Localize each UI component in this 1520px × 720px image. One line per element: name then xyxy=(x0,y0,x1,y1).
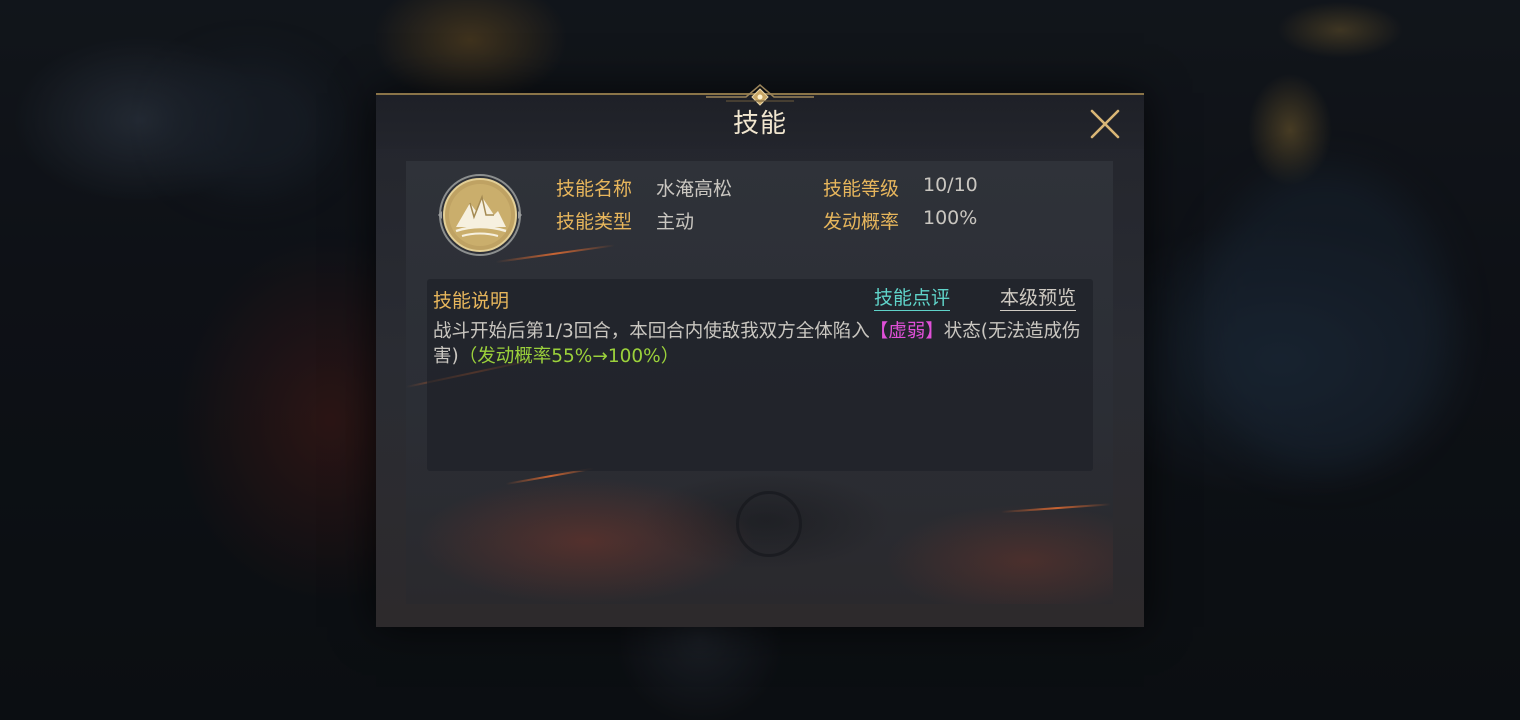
skill-type-label: 技能类型 xyxy=(556,211,633,233)
skill-level-value: 10/10 xyxy=(923,174,978,196)
ember-streak xyxy=(1000,503,1111,513)
skill-review-link[interactable]: 技能点评 xyxy=(874,286,951,311)
cart-wheel-silhouette xyxy=(736,491,802,557)
skill-description-box: 技能说明 技能点评 本级预览 战斗开始后第1/3回合，本回合内使敌我双方全体陷入… xyxy=(427,279,1093,471)
trigger-chance-value: 100% xyxy=(923,207,978,229)
game-screen: 技能 技能名称 水淹高松 技能等级 10/10 技能类型 主动 发动概率 100… xyxy=(0,0,1520,720)
skill-name-label: 技能名称 xyxy=(556,178,633,200)
skill-dialog: 技能 技能名称 水淹高松 技能等级 10/10 技能类型 主动 发动概率 100… xyxy=(376,84,1144,627)
snow-mountain-skill-icon xyxy=(438,174,522,256)
dialog-header: 技能 xyxy=(376,84,1144,149)
skill-name-value: 水淹高松 xyxy=(656,178,733,200)
description-text: 战斗开始后第1/3回合，本回合内使敌我双方全体陷入【虚弱】状态(无法造成伤害)（… xyxy=(433,319,1085,369)
dialog-title: 技能 xyxy=(732,109,787,139)
level-preview-link[interactable]: 本级预览 xyxy=(1000,286,1077,311)
trigger-rate-note: （发动概率55%→100%） xyxy=(458,346,680,367)
skill-content-panel: 技能名称 水淹高松 技能等级 10/10 技能类型 主动 发动概率 100% 技… xyxy=(405,161,1113,604)
status-effect-highlight: 【虚弱】 xyxy=(869,321,944,342)
description-text-part: 战斗开始后第1/3回合，本回合内使敌我双方全体陷入 xyxy=(433,321,870,342)
close-button[interactable] xyxy=(1088,107,1122,141)
trigger-chance-label: 发动概率 xyxy=(823,211,900,233)
description-title: 技能说明 xyxy=(433,290,510,312)
close-x-icon xyxy=(1090,109,1120,139)
skill-level-label: 技能等级 xyxy=(823,178,900,200)
skill-type-value: 主动 xyxy=(656,211,695,233)
